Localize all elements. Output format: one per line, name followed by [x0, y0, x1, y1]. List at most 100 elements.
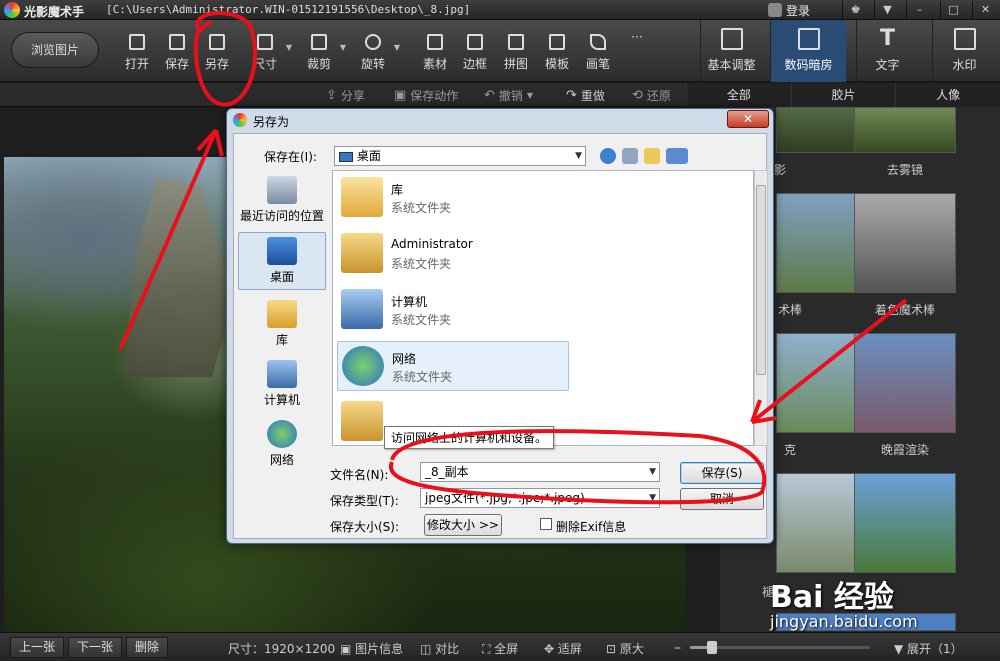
dialog-close-button[interactable]: ✕	[727, 110, 769, 128]
delete-exif-checkbox[interactable]	[540, 518, 552, 530]
share-button[interactable]: ⇪ 分享	[326, 87, 365, 104]
zoom-slider[interactable]	[690, 641, 870, 654]
save-as-button[interactable]: 另存	[200, 34, 234, 74]
tab-text[interactable]: T 文字	[856, 20, 918, 82]
material-button[interactable]: 素材	[418, 34, 452, 74]
resize-label: 尺寸	[252, 57, 277, 71]
filename-input[interactable]: _8_副本 ▼	[420, 462, 660, 482]
baidu-watermark-url: jingyan.baidu.com	[770, 612, 918, 631]
close-window-button[interactable]: ✕	[972, 1, 998, 19]
file-list-scrollbar[interactable]	[754, 170, 768, 446]
chevron-down-icon[interactable]: ▼	[527, 91, 533, 100]
tab-basic-adjust[interactable]: 基本调整	[700, 20, 762, 82]
chevron-down-icon[interactable]: ▼	[340, 43, 346, 52]
next-image-button[interactable]: 下一张	[68, 637, 123, 658]
tab-watermark[interactable]: 水印	[932, 20, 996, 82]
login-label: 登录	[786, 3, 811, 18]
restore-button[interactable]: ⟲ 还原	[632, 87, 671, 104]
cancel-dialog-button[interactable]: 取消	[680, 488, 764, 510]
file-name: Administrator	[391, 237, 473, 251]
skin-button[interactable]: ♚	[842, 1, 868, 19]
network-icon	[342, 346, 384, 386]
effect-thumb[interactable]	[854, 473, 956, 573]
zoom-slider-handle[interactable]	[706, 641, 717, 654]
collage-button[interactable]: 拼图	[499, 34, 533, 74]
dialog-title-bar[interactable]: 另存为 ✕	[227, 109, 773, 131]
border-icon	[467, 34, 483, 50]
place-network[interactable]: 网络	[238, 416, 326, 474]
save-action-button[interactable]: ▣ 保存动作	[394, 87, 458, 104]
effect-thumb[interactable]	[854, 333, 956, 433]
delete-image-button[interactable]: 删除	[126, 637, 169, 658]
view-menu-icon[interactable]	[666, 148, 688, 164]
open-button[interactable]: 打开	[120, 34, 154, 74]
menu-button[interactable]: ▼	[874, 1, 900, 19]
place-library-label: 库	[275, 333, 288, 347]
list-item[interactable]: 库 系统文件夹	[337, 173, 569, 223]
place-recent[interactable]: 最近访问的位置	[238, 172, 326, 230]
scrollbar-thumb[interactable]	[756, 185, 766, 375]
filter-tabs: 全部 胶片 人像	[686, 83, 1000, 107]
up-folder-icon[interactable]	[622, 148, 638, 164]
save-dialog-button[interactable]: 保存(S)	[680, 462, 764, 484]
baidu-watermark: Bai 经验	[770, 580, 894, 615]
maximize-button[interactable]: □	[940, 1, 966, 19]
prev-image-button[interactable]: 上一张	[10, 637, 65, 658]
border-button[interactable]: 边框	[458, 34, 492, 74]
place-computer[interactable]: 计算机	[238, 356, 326, 414]
effect-thumb[interactable]	[854, 107, 956, 153]
list-item[interactable]: 计算机 系统文件夹	[337, 285, 569, 335]
filter-tab-film[interactable]: 胶片	[790, 83, 896, 107]
login-button[interactable]: 登录	[768, 1, 810, 19]
filetype-select[interactable]: jpeg文件(*.jpg;*.jpe;*.jpeg) ▼	[420, 488, 660, 508]
undo-button[interactable]: ↶ 撤销 ▼	[484, 87, 533, 104]
brush-button[interactable]: 画笔	[581, 34, 615, 74]
chevron-down-icon: ▼	[894, 642, 908, 656]
save-in-select[interactable]: 桌面 ▼	[334, 146, 586, 166]
place-network-label: 网络	[269, 453, 294, 467]
minimize-button[interactable]: –	[906, 1, 932, 19]
filter-tab-portrait[interactable]: 人像	[895, 83, 1000, 107]
zoom-out-icon[interactable]: –	[674, 640, 681, 656]
tab-darkroom[interactable]: 数码暗房	[770, 20, 846, 82]
fit-screen-icon: ✥	[544, 642, 558, 656]
fullscreen-button[interactable]: ⛶ 全屏	[482, 640, 518, 657]
list-item[interactable]: 网络 系统文件夹	[337, 341, 569, 391]
new-folder-icon[interactable]	[644, 148, 660, 164]
status-bar: 上一张 下一张 删除 尺寸：1920×1200 ▣ 图片信息 ◫ 对比 ⛶ 全屏…	[0, 632, 1000, 661]
file-list[interactable]: 库 系统文件夹 Administrator 系统文件夹 计算机 系统文件夹 网络…	[332, 170, 754, 446]
library-icon	[267, 300, 297, 328]
resize-dialog-button[interactable]: 修改大小 >>	[424, 514, 502, 536]
chevron-down-icon[interactable]: ▼	[394, 43, 400, 52]
effect-thumb[interactable]	[854, 193, 956, 293]
file-type: 系统文件夹	[391, 201, 452, 215]
redo-button[interactable]: ↷ 重做	[566, 87, 605, 104]
place-library[interactable]: 库	[238, 296, 326, 354]
place-desktop[interactable]: 桌面	[238, 232, 326, 290]
template-button[interactable]: 模板	[540, 34, 574, 74]
image-info-label: 图片信息	[355, 642, 404, 656]
chevron-down-icon: ▼	[649, 467, 656, 477]
chevron-down-icon[interactable]: ▼	[286, 43, 292, 52]
compare-button[interactable]: ◫ 对比	[420, 640, 459, 657]
chevron-down-icon: ▼	[575, 151, 582, 161]
file-type: 系统文件夹	[391, 313, 452, 327]
resize-button[interactable]: 尺寸 ▼	[248, 34, 292, 74]
save-button[interactable]: 保存	[160, 34, 194, 74]
redo-label: 重做	[580, 89, 605, 103]
rotate-label: 旋转	[360, 57, 385, 71]
save-in-value: 桌面	[356, 149, 381, 163]
rotate-button[interactable]: 旋转 ▼	[356, 34, 400, 74]
app-logo-icon	[4, 2, 20, 18]
list-item[interactable]: Administrator 系统文件夹	[337, 229, 569, 279]
browse-images-button[interactable]: 浏览图片	[11, 32, 99, 68]
original-size-button[interactable]: ⊡ 原大	[606, 640, 644, 657]
image-info-button[interactable]: ▣ 图片信息	[340, 640, 403, 657]
filter-tab-all[interactable]: 全部	[686, 83, 791, 107]
expand-button[interactable]: ▼ 展开（1）	[894, 640, 963, 657]
more-tools-button[interactable]: ···	[620, 30, 654, 70]
back-icon[interactable]	[600, 148, 616, 164]
fit-screen-button[interactable]: ✥ 适屏	[544, 640, 582, 657]
crop-button[interactable]: 裁剪 ▼	[302, 34, 346, 74]
network-tooltip: 访问网络上的计算机和设备。	[384, 426, 555, 449]
